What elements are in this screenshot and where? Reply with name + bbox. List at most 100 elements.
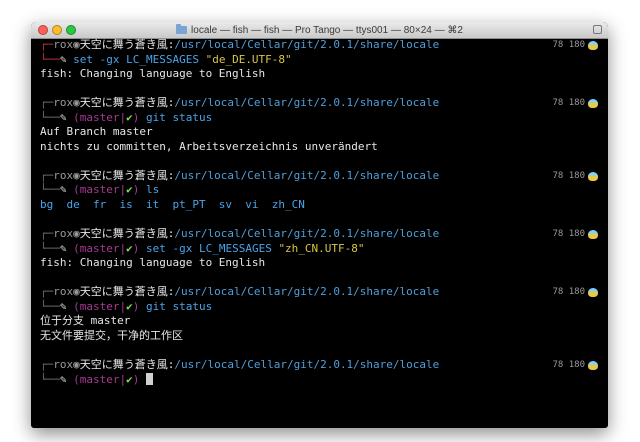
prompt-host: 天空に舞う蒼き風: — [79, 358, 175, 372]
prompt-line: ┌─rox◉天空に舞う蒼き風:/usr/local/Cellar/git/2.0… — [40, 227, 608, 242]
prompt-host: 天空に舞う蒼き風: — [79, 285, 175, 299]
git-branch: (master| — [73, 110, 127, 124]
right-prompt: 78 180 — [552, 285, 598, 300]
command-block: ┌─rox◉天空に舞う蒼き風:/usr/local/Cellar/git/2.0… — [40, 285, 608, 343]
right-prompt: 78 180 — [552, 169, 598, 184]
output-line: 位于分支 master — [40, 314, 131, 328]
right-prompt: 78 180 — [552, 227, 598, 242]
output-line: 无文件要提交，干净的工作区 — [40, 328, 183, 342]
command-line: └──✎ (master|✔) git status — [40, 111, 608, 126]
command-block: ┌─rox◉天空に舞う蒼き風:/usr/local/Cellar/git/2.0… — [40, 96, 608, 154]
output-line: fish: Changing language to English — [40, 256, 266, 270]
prompt-corner: ┌─ — [40, 227, 54, 241]
git-branch: (master| — [73, 299, 127, 313]
command-block: ┌─rox◉天空に舞う蒼き風:/usr/local/Cellar/git/2.0… — [40, 38, 608, 82]
prompt-path: /usr/local/Cellar/git/2.0.1/share/locale — [174, 227, 440, 241]
prompt-bullet: ◉ — [73, 38, 80, 51]
prompt-host: 天空に舞う蒼き風: — [79, 168, 175, 182]
git-branch-close: ) — [132, 183, 146, 197]
prompt-user: rox — [53, 227, 74, 241]
git-branch-close: ) — [132, 241, 146, 255]
pencil-icon: ✎ — [59, 52, 74, 66]
pencil-icon: ✎ — [59, 110, 74, 124]
prompt-user: rox — [53, 358, 74, 372]
prompt-path: /usr/local/Cellar/git/2.0.1/share/locale — [174, 96, 440, 110]
fish-status-icon — [588, 288, 598, 298]
prompt-corner: └── — [40, 110, 60, 124]
prompt-bullet: ◉ — [73, 96, 80, 110]
command-text: git status — [145, 110, 213, 124]
git-branch-close: ) — [132, 372, 146, 386]
prompt-line: ┌─rox◉天空に舞う蒼き風:/usr/local/Cellar/git/2.0… — [40, 96, 608, 111]
prompt-corner: ┌─ — [40, 358, 54, 372]
command-block: ┌─rox◉天空に舞う蒼き風:/usr/local/Cellar/git/2.0… — [40, 227, 608, 271]
check-icon: ✔ — [126, 299, 133, 313]
prompt-user: rox — [53, 168, 74, 182]
text-cursor[interactable] — [145, 372, 153, 385]
command-block: ┌─rox◉天空に舞う蒼き風:/usr/local/Cellar/git/2.0… — [40, 358, 608, 387]
git-branch: (master| — [73, 241, 127, 255]
fish-status-icon — [588, 40, 598, 50]
prompt-corner: └── — [40, 372, 60, 386]
output-line: fish: Changing language to English — [40, 67, 266, 81]
fish-status-icon — [588, 229, 598, 239]
check-icon: ✔ — [126, 241, 133, 255]
command-string: "de_DE.UTF-8" — [205, 52, 292, 66]
command-text: git status — [145, 299, 213, 313]
fish-status-icon — [588, 171, 598, 181]
prompt-corner: ┌─ — [40, 285, 54, 299]
command-line: └──✎ set -gx LC_MESSAGES "de_DE.UTF-8" — [40, 53, 608, 68]
git-branch: (master| — [73, 183, 127, 197]
prompt-bullet: ◉ — [73, 168, 80, 182]
prompt-path: /usr/local/Cellar/git/2.0.1/share/locale — [174, 358, 440, 372]
right-prompt: 78 180 — [552, 38, 598, 53]
command-text: ls — [145, 183, 160, 197]
terminal-content[interactable]: ┌─rox◉天空に舞う蒼き風:/usr/local/Cellar/git/2.0… — [40, 38, 608, 428]
prompt-corner: ┌─ — [40, 38, 54, 51]
git-branch-close: ) — [132, 110, 146, 124]
command-text: set -gx LC_MESSAGES — [73, 52, 206, 66]
check-icon: ✔ — [126, 110, 133, 124]
output-line: bg de fr is it pt_PT sv vi zh_CN — [40, 198, 305, 212]
prompt-user: rox — [53, 96, 74, 110]
right-prompt: 78 180 — [552, 358, 598, 373]
prompt-bullet: ◉ — [73, 358, 80, 372]
prompt-line: ┌─rox◉天空に舞う蒼き風:/usr/local/Cellar/git/2.0… — [40, 358, 608, 373]
git-branch: (master| — [73, 372, 127, 386]
right-prompt: 78 180 — [552, 96, 598, 111]
command-string: "zh_CN.UTF-8" — [278, 241, 365, 255]
prompt-corner: ┌─ — [40, 168, 54, 182]
title-wrap: locale — fish — fish — Pro Tango — ttys0… — [31, 22, 608, 38]
command-text: set -gx LC_MESSAGES — [145, 241, 279, 255]
prompt-corner: └── — [40, 299, 60, 313]
command-line: └──✎ (master|✔) — [40, 372, 608, 388]
prompt-host: 天空に舞う蒼き風: — [79, 96, 175, 110]
right-prompt-text: 78 180 — [552, 229, 585, 240]
prompt-bullet: ◉ — [73, 227, 80, 241]
title-bar: locale — fish — fish — Pro Tango — ttys0… — [31, 22, 608, 39]
check-icon: ✔ — [126, 372, 133, 386]
output-line: nichts zu committen, Arbeitsverzeichnis … — [40, 139, 378, 153]
pencil-icon: ✎ — [59, 299, 74, 313]
right-prompt-text: 78 180 — [552, 360, 585, 371]
prompt-corner: └── — [40, 52, 60, 66]
fullscreen-icon[interactable] — [593, 25, 602, 34]
prompt-user: rox — [53, 38, 74, 51]
prompt-path: /usr/local/Cellar/git/2.0.1/share/locale — [174, 285, 440, 299]
git-branch-close: ) — [132, 299, 146, 313]
prompt-line: ┌─rox◉天空に舞う蒼き風:/usr/local/Cellar/git/2.0… — [40, 285, 608, 300]
command-line: └──✎ (master|✔) ls — [40, 183, 608, 198]
prompt-path: /usr/local/Cellar/git/2.0.1/share/locale — [174, 38, 440, 51]
pencil-icon: ✎ — [59, 183, 74, 197]
right-prompt-text: 78 180 — [552, 287, 585, 298]
check-icon: ✔ — [126, 183, 133, 197]
right-prompt-text: 78 180 — [552, 40, 585, 50]
prompt-corner: └── — [40, 183, 60, 197]
window-title: locale — fish — fish — Pro Tango — ttys0… — [191, 24, 463, 36]
right-prompt-text: 78 180 — [552, 170, 585, 181]
command-line: └──✎ (master|✔) git status — [40, 300, 608, 315]
command-block: ┌─rox◉天空に舞う蒼き風:/usr/local/Cellar/git/2.0… — [40, 169, 608, 213]
prompt-corner: └── — [40, 241, 60, 255]
right-prompt-text: 78 180 — [552, 98, 585, 109]
pencil-icon: ✎ — [59, 372, 74, 386]
